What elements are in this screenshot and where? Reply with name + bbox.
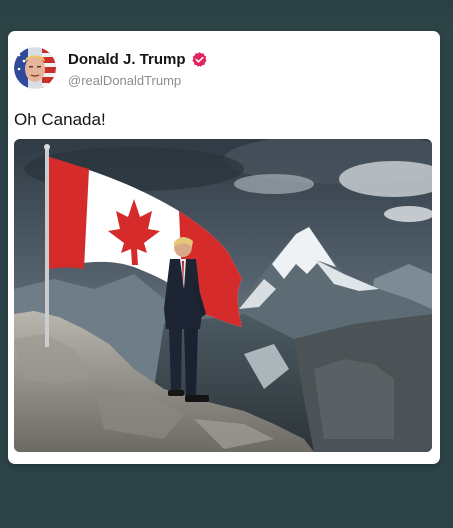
avatar[interactable] — [14, 47, 56, 89]
user-handle[interactable]: @realDonaldTrump — [68, 73, 181, 88]
verified-badge-icon — [191, 52, 207, 67]
post-card: Donald J. Trump @realDonaldTrump Oh Cana… — [8, 31, 440, 464]
post-image[interactable] — [14, 139, 432, 452]
author-name-row: Donald J. Trump — [68, 51, 208, 68]
display-name[interactable]: Donald J. Trump — [68, 51, 186, 68]
post-text: Oh Canada! — [14, 110, 106, 129]
